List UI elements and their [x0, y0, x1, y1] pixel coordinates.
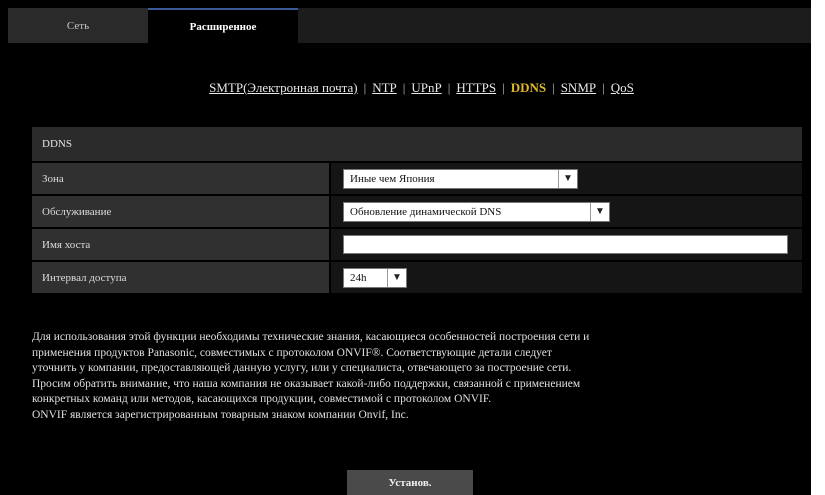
chevron-down-icon: ▼	[558, 169, 577, 188]
settings-area: Сеть Расширенное SMTP(Электронная почта)…	[0, 0, 811, 495]
hostname-value-cell	[331, 229, 802, 260]
notice-line: Для использования этой функции необходим…	[32, 331, 590, 343]
zone-selected-value: Иные чем Япония	[350, 172, 435, 185]
onvif-notice: Для использования этой функции необходим…	[32, 330, 802, 423]
subnav-separator: |	[552, 80, 555, 95]
subnav-separator: |	[602, 80, 605, 95]
subnav-link-ntp[interactable]: NTP	[372, 80, 397, 95]
subnav-separator: |	[402, 80, 406, 95]
hostname-label: Имя хоста	[32, 229, 329, 260]
notice-line: конкретных команд или методов, касающихс…	[32, 393, 492, 405]
subnav-link-qos[interactable]: QoS	[611, 80, 634, 95]
subnav-link-smtp[interactable]: SMTP(Электронная почта)	[209, 80, 357, 95]
zone-select[interactable]: Иные чем Япония ▼	[343, 168, 578, 189]
ddns-panel: DDNS Зона Иные чем Япония ▼ Обслуживание…	[32, 127, 802, 293]
subnav-link-ddns-active: DDNS	[510, 80, 547, 95]
service-row: Обслуживание Обновление динамической DNS…	[32, 196, 802, 227]
subnav-link-upnp[interactable]: UPnP	[411, 80, 441, 95]
chevron-down-icon: ▼	[387, 268, 406, 287]
service-label: Обслуживание	[32, 196, 329, 227]
service-value-cell: Обновление динамической DNS ▼	[331, 196, 802, 227]
subnav-link-snmp[interactable]: SNMP	[561, 80, 596, 95]
service-select[interactable]: Обновление динамической DNS ▼	[343, 201, 610, 222]
subnav-separator: |	[502, 80, 505, 95]
interval-select[interactable]: 24h ▼	[343, 267, 407, 288]
subnav-separator: |	[363, 80, 367, 95]
interval-value-cell: 24h ▼	[331, 262, 802, 293]
tab-advanced[interactable]: Расширенное	[148, 8, 298, 43]
interval-row: Интервал доступа 24h ▼	[32, 262, 802, 293]
interval-label: Интервал доступа	[32, 262, 329, 293]
subnav-link-https[interactable]: HTTPS	[456, 80, 496, 95]
tab-network[interactable]: Сеть	[8, 8, 148, 43]
notice-line: применения продуктов Panasonic, совмести…	[32, 346, 552, 359]
interval-selected-value: 24h	[350, 271, 367, 284]
chevron-down-icon: ▼	[590, 202, 609, 221]
notice-line: ONVIF является зарегистрированным товарн…	[32, 408, 409, 421]
sub-navigation: SMTP(Электронная почта) | NTP | UPnP | HTTPS | D…	[0, 80, 811, 96]
service-selected-value: Обновление динамической DNS	[350, 205, 502, 218]
notice-line: Просим обратить внимание, что наша компа…	[32, 377, 581, 390]
hostname-input[interactable]	[343, 235, 788, 254]
zone-label: Зона	[32, 163, 329, 194]
subnav-separator: |	[447, 80, 451, 95]
set-button[interactable]: Установ.	[347, 470, 473, 495]
ddns-section-title: DDNS	[32, 127, 802, 161]
notice-line: уточнить у компании, предоставляющей дан…	[32, 362, 572, 374]
zone-value-cell: Иные чем Япония ▼	[331, 163, 802, 194]
hostname-row: Имя хоста	[32, 229, 802, 260]
zone-row: Зона Иные чем Япония ▼	[32, 163, 802, 194]
